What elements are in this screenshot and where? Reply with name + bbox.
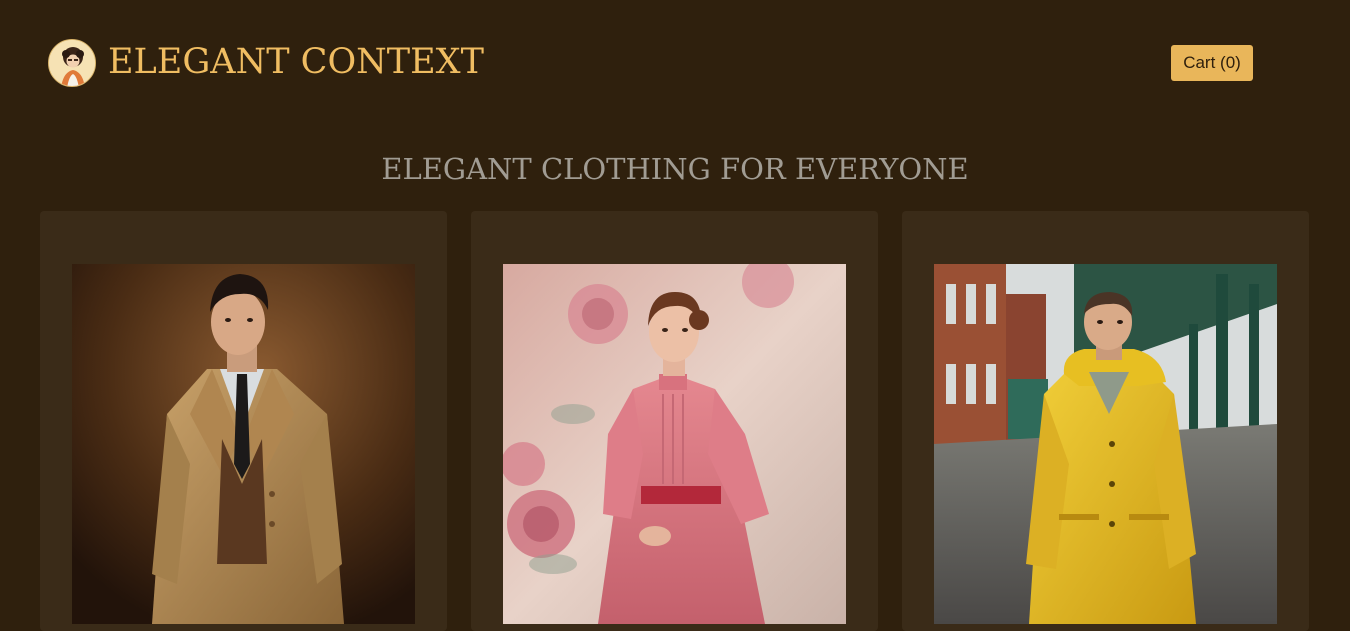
product-card[interactable] [40, 211, 447, 631]
site-header: ELEGANT CONTEXT Cart (0) [0, 0, 1350, 124]
product-image-trench-coat[interactable] [72, 264, 415, 624]
product-image-pink-dress[interactable] [503, 264, 846, 624]
product-card[interactable] [471, 211, 878, 631]
page-heading: ELEGANT CLOTHING FOR EVERYONE [381, 152, 969, 186]
site-title[interactable]: ELEGANT CONTEXT [108, 40, 484, 84]
cart-button[interactable]: Cart (0) [1171, 45, 1253, 81]
product-image-yellow-raincoat[interactable] [934, 264, 1277, 624]
product-card[interactable] [902, 211, 1309, 631]
vintage-lady-logo-icon[interactable] [48, 39, 96, 87]
